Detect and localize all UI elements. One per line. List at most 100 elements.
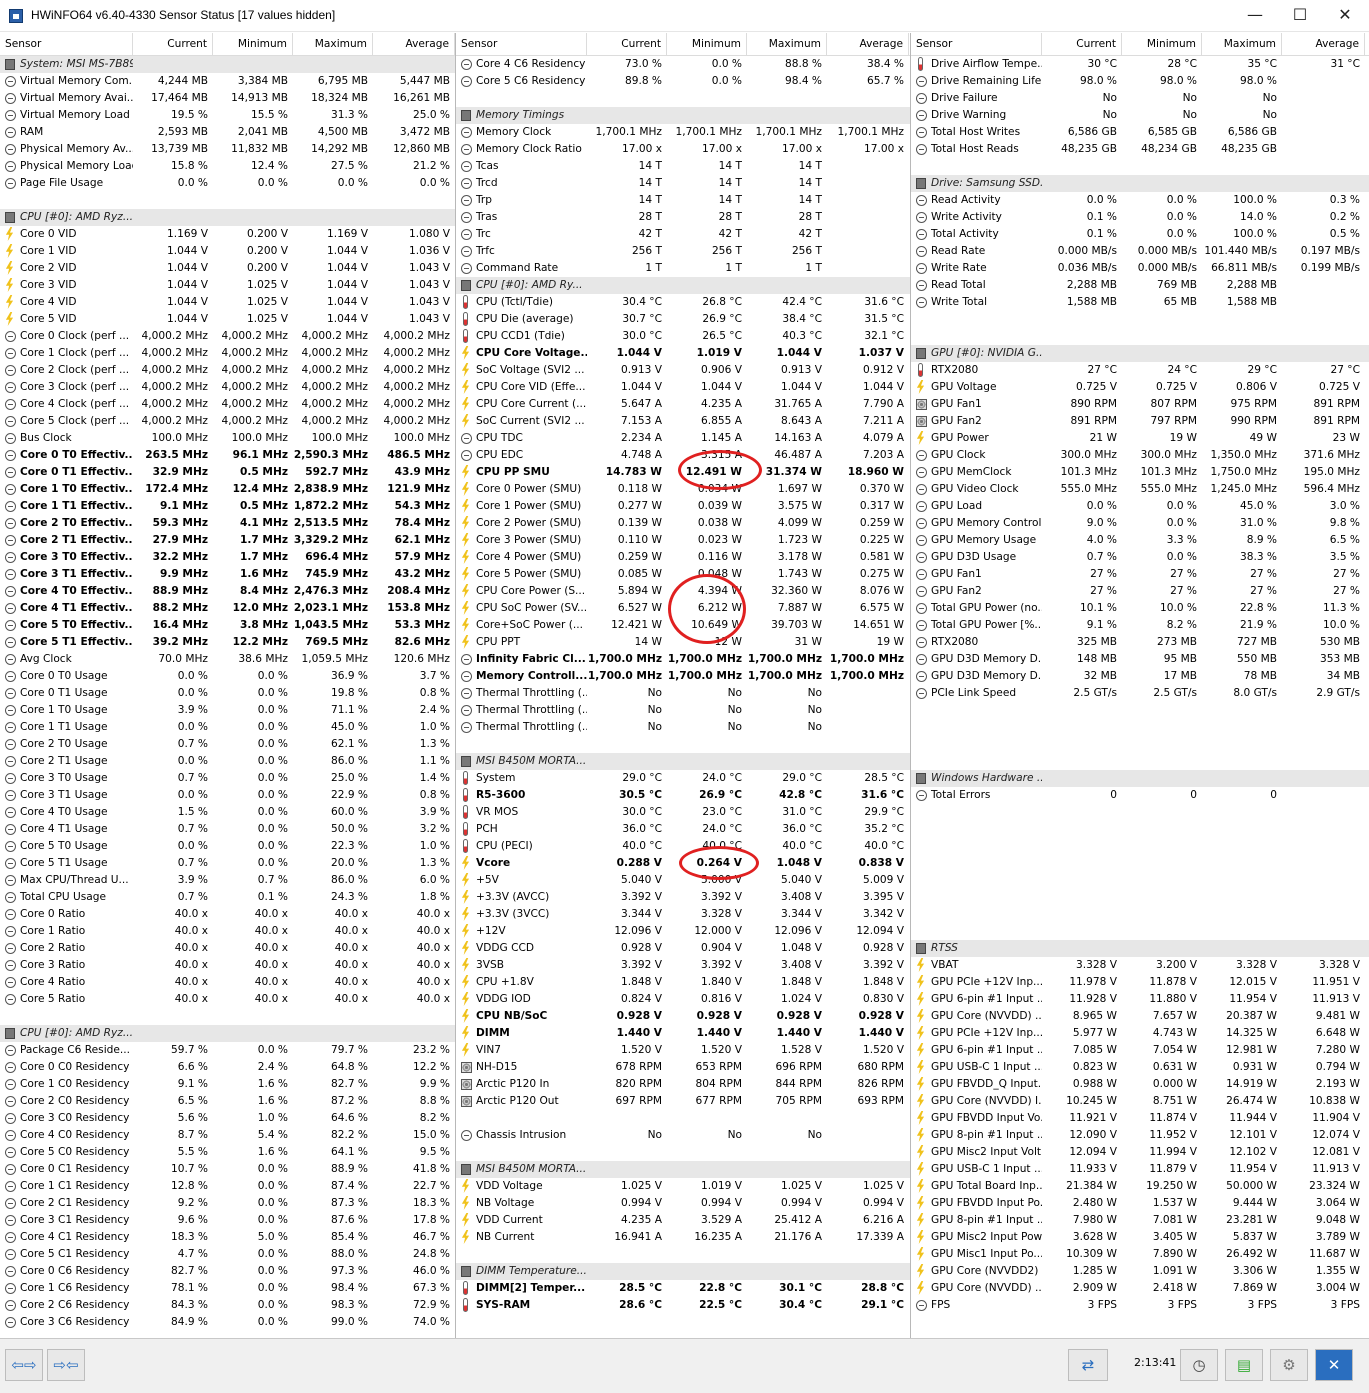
- sensor-row[interactable]: GPU 8-pin #1 Input ... 7.980 W 7.081 W 23.2…: [911, 1212, 1369, 1229]
- sensor-row[interactable]: Max CPU/Thread U... 3.9 % 0.7 % 86.0 % 6.0 %: [0, 872, 455, 889]
- network-icon[interactable]: ⇄: [1068, 1349, 1108, 1381]
- sensor-row[interactable]: Core 4 T0 Effectiv... 88.9 MHz 8.4 MHz 2,47…: [0, 583, 455, 600]
- sensor-row[interactable]: CPU CCD1 (Tdie) 30.0 °C 26.5 °C 40.3 °C 32.1…: [456, 328, 910, 345]
- sensor-row[interactable]: Core 5 T0 Effectiv... 16.4 MHz 3.8 MHz 1,04…: [0, 617, 455, 634]
- sensor-row[interactable]: SoC Current (SVI2 ... 7.153 A 6.855 A 8.643…: [456, 413, 910, 430]
- sensor-row[interactable]: +5V 5.040 V 5.000 V 5.040 V 5.009 V: [456, 872, 910, 889]
- sensor-row[interactable]: Vcore 0.288 V 0.264 V 1.048 V 0.838 V: [456, 855, 910, 872]
- sensor-row[interactable]: +12V 12.096 V 12.000 V 12.096 V 12.094 V: [456, 923, 910, 940]
- sensor-row[interactable]: GPU FBVDD Input Vo... 11.921 V 11.874 V 11.…: [911, 1110, 1369, 1127]
- sensor-row[interactable]: VDDG CCD 0.928 V 0.904 V 1.048 V 0.928 V: [456, 940, 910, 957]
- sensor-row[interactable]: GPU Load 0.0 % 0.0 % 45.0 % 3.0 %: [911, 498, 1369, 515]
- sensor-row[interactable]: Core 3 T0 Usage 0.7 % 0.0 % 25.0 % 1.4 %: [0, 770, 455, 787]
- sensor-row[interactable]: Core 0 T1 Effectiv... 32.9 MHz 0.5 MHz 592.…: [0, 464, 455, 481]
- sensor-row[interactable]: Core 3 Ratio 40.0 x 40.0 x 40.0 x 40.0 x: [0, 957, 455, 974]
- sensor-row[interactable]: Write Total 1,588 MB 65 MB 1,588 MB: [911, 294, 1369, 311]
- sensor-row[interactable]: VDD Current 4.235 A 3.529 A 25.412 A 6.216 A: [456, 1212, 910, 1229]
- sensor-panel-right[interactable]: Sensor Current Minimum Maximum Average Drive …: [911, 33, 1369, 1338]
- sensor-row[interactable]: GPU Memory Usage 4.0 % 3.3 % 8.9 % 6.5 %: [911, 532, 1369, 549]
- sensor-row[interactable]: Arctic P120 In 820 RPM 804 RPM 844 RPM 826 R…: [456, 1076, 910, 1093]
- sensor-row[interactable]: CPU SoC Power (SV... 6.527 W 6.212 W 7.887 …: [456, 600, 910, 617]
- column-header-sensor[interactable]: Sensor: [456, 33, 587, 56]
- sensor-row[interactable]: GPU Misc2 Input Power 3.628 W 3.405 W 5.837…: [911, 1229, 1369, 1246]
- sensor-row[interactable]: Core 3 C0 Residency 5.6 % 1.0 % 64.6 % 8.2 %: [0, 1110, 455, 1127]
- column-header-current[interactable]: Current: [587, 33, 667, 56]
- sensor-row[interactable]: Core 1 T1 Usage 0.0 % 0.0 % 45.0 % 1.0 %: [0, 719, 455, 736]
- sensor-row[interactable]: Core 4 T0 Usage 1.5 % 0.0 % 60.0 % 3.9 %: [0, 804, 455, 821]
- sensor-group-header[interactable]: RTSS: [911, 940, 1369, 957]
- column-header-minimum[interactable]: Minimum: [667, 33, 747, 56]
- sensor-row[interactable]: Core 1 Ratio 40.0 x 40.0 x 40.0 x 40.0 x: [0, 923, 455, 940]
- sensor-row[interactable]: Memory Controll... 1,700.0 MHz 1,700.0 MHz…: [456, 668, 910, 685]
- sensor-row[interactable]: Core 1 Clock (perf ... 4,000.2 MHz 4,000.2…: [0, 345, 455, 362]
- sensor-row[interactable]: Core 3 VID 1.044 V 1.025 V 1.044 V 1.043 V: [0, 277, 455, 294]
- sensor-row[interactable]: Core 0 C6 Residency 82.7 % 0.0 % 97.3 % 46.0…: [0, 1263, 455, 1280]
- sensor-row[interactable]: Total CPU Usage 0.7 % 0.1 % 24.3 % 1.8 %: [0, 889, 455, 906]
- sensor-group-header[interactable]: DIMM Temperature...: [456, 1263, 910, 1280]
- sensor-row[interactable]: Core 1 T0 Usage 3.9 % 0.0 % 71.1 % 2.4 %: [0, 702, 455, 719]
- sensor-row[interactable]: Core 2 T0 Effectiv... 59.3 MHz 4.1 MHz 2,51…: [0, 515, 455, 532]
- sensor-row[interactable]: Trcd 14 T 14 T 14 T: [456, 175, 910, 192]
- sensor-row[interactable]: Trfc 256 T 256 T 256 T: [456, 243, 910, 260]
- column-header-minimum[interactable]: Minimum: [1122, 33, 1202, 56]
- sensor-row[interactable]: GPU D3D Memory D... 148 MB 95 MB 550 MB 353 …: [911, 651, 1369, 668]
- sensor-row[interactable]: GPU Fan1 890 RPM 807 RPM 975 RPM 891 RPM: [911, 396, 1369, 413]
- sensor-row[interactable]: Command Rate 1 T 1 T 1 T: [456, 260, 910, 277]
- column-header-maximum[interactable]: Maximum: [747, 33, 827, 56]
- sensor-row[interactable]: +3.3V (AVCC) 3.392 V 3.392 V 3.408 V 3.395 V: [456, 889, 910, 906]
- sensor-row[interactable]: CPU PP SMU 14.783 W 12.491 W 31.374 W 18.960…: [456, 464, 910, 481]
- gear-icon[interactable]: ⚙: [1270, 1349, 1308, 1381]
- sensor-row[interactable]: Core 1 C1 Residency 12.8 % 0.0 % 87.4 % 22.7…: [0, 1178, 455, 1195]
- sensor-row[interactable]: Virtual Memory Load 19.5 % 15.5 % 31.3 % 25.…: [0, 107, 455, 124]
- sensor-row[interactable]: +3.3V (3VCC) 3.344 V 3.328 V 3.344 V 3.342 V: [456, 906, 910, 923]
- column-header-average[interactable]: Average: [1282, 33, 1365, 56]
- sensor-row[interactable]: DIMM[2] Temper... 28.5 °C 22.8 °C 30.1 °C 28…: [456, 1280, 910, 1297]
- sensor-row[interactable]: Core 4 Clock (perf ... 4,000.2 MHz 4,000.2…: [0, 396, 455, 413]
- sensor-row[interactable]: GPU USB-C 1 Input ... 0.823 W 0.631 W 0.931…: [911, 1059, 1369, 1076]
- sensor-row[interactable]: Core 5 C6 Residency 89.8 % 0.0 % 98.4 % 65.7…: [456, 73, 910, 90]
- sensor-row[interactable]: Total GPU Power [%... 9.1 % 8.2 % 21.9 % 10.…: [911, 617, 1369, 634]
- sensor-row[interactable]: Read Rate 0.000 MB/s 0.000 MB/s 101.440 MB/…: [911, 243, 1369, 260]
- sensor-row[interactable]: GPU Video Clock 555.0 MHz 555.0 MHz 1,245.0…: [911, 481, 1369, 498]
- sensor-row[interactable]: Virtual Memory Avai... 17,464 MB 14,913 MB…: [0, 90, 455, 107]
- sensor-row[interactable]: Core 3 T1 Effectiv... 9.9 MHz 1.6 MHz 745.9…: [0, 566, 455, 583]
- sensor-row[interactable]: Core 4 VID 1.044 V 1.025 V 1.044 V 1.043 V: [0, 294, 455, 311]
- sensor-row[interactable]: Core 1 T0 Effectiv... 172.4 MHz 12.4 MHz 2,…: [0, 481, 455, 498]
- sensor-row[interactable]: VIN7 1.520 V 1.520 V 1.528 V 1.520 V: [456, 1042, 910, 1059]
- sensor-row[interactable]: CPU Core Current (... 5.647 A 4.235 A 31.76…: [456, 396, 910, 413]
- sensor-row[interactable]: Read Activity 0.0 % 0.0 % 100.0 % 0.3 %: [911, 192, 1369, 209]
- sensor-row[interactable]: Core 2 T1 Usage 0.0 % 0.0 % 86.0 % 1.1 %: [0, 753, 455, 770]
- sensor-row[interactable]: GPU Fan2 27 % 27 % 27 % 27 %: [911, 583, 1369, 600]
- sensor-row[interactable]: Core 5 T0 Usage 0.0 % 0.0 % 22.3 % 1.0 %: [0, 838, 455, 855]
- column-header-sensor[interactable]: Sensor: [0, 33, 133, 56]
- column-header-sensor[interactable]: Sensor: [911, 33, 1042, 56]
- sensor-row[interactable]: Core 0 C0 Residency 6.6 % 2.4 % 64.8 % 12.2 …: [0, 1059, 455, 1076]
- close-button[interactable]: ✕: [1322, 0, 1368, 31]
- nav-right-button[interactable]: ⇨⇦: [47, 1349, 85, 1381]
- sensor-row[interactable]: Core 0 C1 Residency 10.7 % 0.0 % 88.9 % 41.8…: [0, 1161, 455, 1178]
- sensor-row[interactable]: GPU Voltage 0.725 V 0.725 V 0.806 V 0.725 V: [911, 379, 1369, 396]
- sensor-row[interactable]: Drive Airflow Tempe... 30 °C 28 °C 35 °C 31 …: [911, 56, 1369, 73]
- column-header-average[interactable]: Average: [373, 33, 455, 56]
- sensor-row[interactable]: R5-3600 30.5 °C 26.9 °C 42.8 °C 31.6 °C: [456, 787, 910, 804]
- sensor-row[interactable]: GPU FBVDD Input Po... 2.480 W 1.537 W 9.444…: [911, 1195, 1369, 1212]
- sensor-row[interactable]: Core 4 C1 Residency 18.3 % 5.0 % 85.4 % 46.7…: [0, 1229, 455, 1246]
- sensor-row[interactable]: Chassis Intrusion No No No: [456, 1127, 910, 1144]
- sensor-group-header[interactable]: MSI B450M MORTA...: [456, 1161, 910, 1178]
- sensor-row[interactable]: GPU Clock 300.0 MHz 300.0 MHz 1,350.0 MHz 37…: [911, 447, 1369, 464]
- sensor-row[interactable]: Thermal Throttling (... No No No: [456, 702, 910, 719]
- sensor-row[interactable]: Thermal Throttling (... No No No: [456, 685, 910, 702]
- sensor-row[interactable]: GPU Memory Control... 9.0 % 0.0 % 31.0 % 9.8…: [911, 515, 1369, 532]
- sensor-row[interactable]: Write Rate 0.036 MB/s 0.000 MB/s 66.811 MB/…: [911, 260, 1369, 277]
- sensor-row[interactable]: Core 0 T1 Usage 0.0 % 0.0 % 19.8 % 0.8 %: [0, 685, 455, 702]
- sensor-row[interactable]: Core 4 T1 Usage 0.7 % 0.0 % 50.0 % 3.2 %: [0, 821, 455, 838]
- sensor-row[interactable]: Tcas 14 T 14 T 14 T: [456, 158, 910, 175]
- sensor-row[interactable]: CPU (PECI) 40.0 °C 40.0 °C 40.0 °C 40.0 °C: [456, 838, 910, 855]
- sensor-group-header[interactable]: CPU [#0]: AMD Ry...: [456, 277, 910, 294]
- sensor-panel-middle[interactable]: Sensor Current Minimum Maximum Average Core 4…: [456, 33, 911, 1338]
- sensor-row[interactable]: CPU NB/SoC 0.928 V 0.928 V 0.928 V 0.928 V: [456, 1008, 910, 1025]
- sensor-row[interactable]: VDD Voltage 1.025 V 1.019 V 1.025 V 1.025 V: [456, 1178, 910, 1195]
- sensor-row[interactable]: Core 2 VID 1.044 V 0.200 V 1.044 V 1.043 V: [0, 260, 455, 277]
- sensor-row[interactable]: Core 3 Power (SMU) 0.110 W 0.023 W 1.723 W 0…: [456, 532, 910, 549]
- sensor-row[interactable]: Avg Clock 70.0 MHz 38.6 MHz 1,059.5 MHz 120.…: [0, 651, 455, 668]
